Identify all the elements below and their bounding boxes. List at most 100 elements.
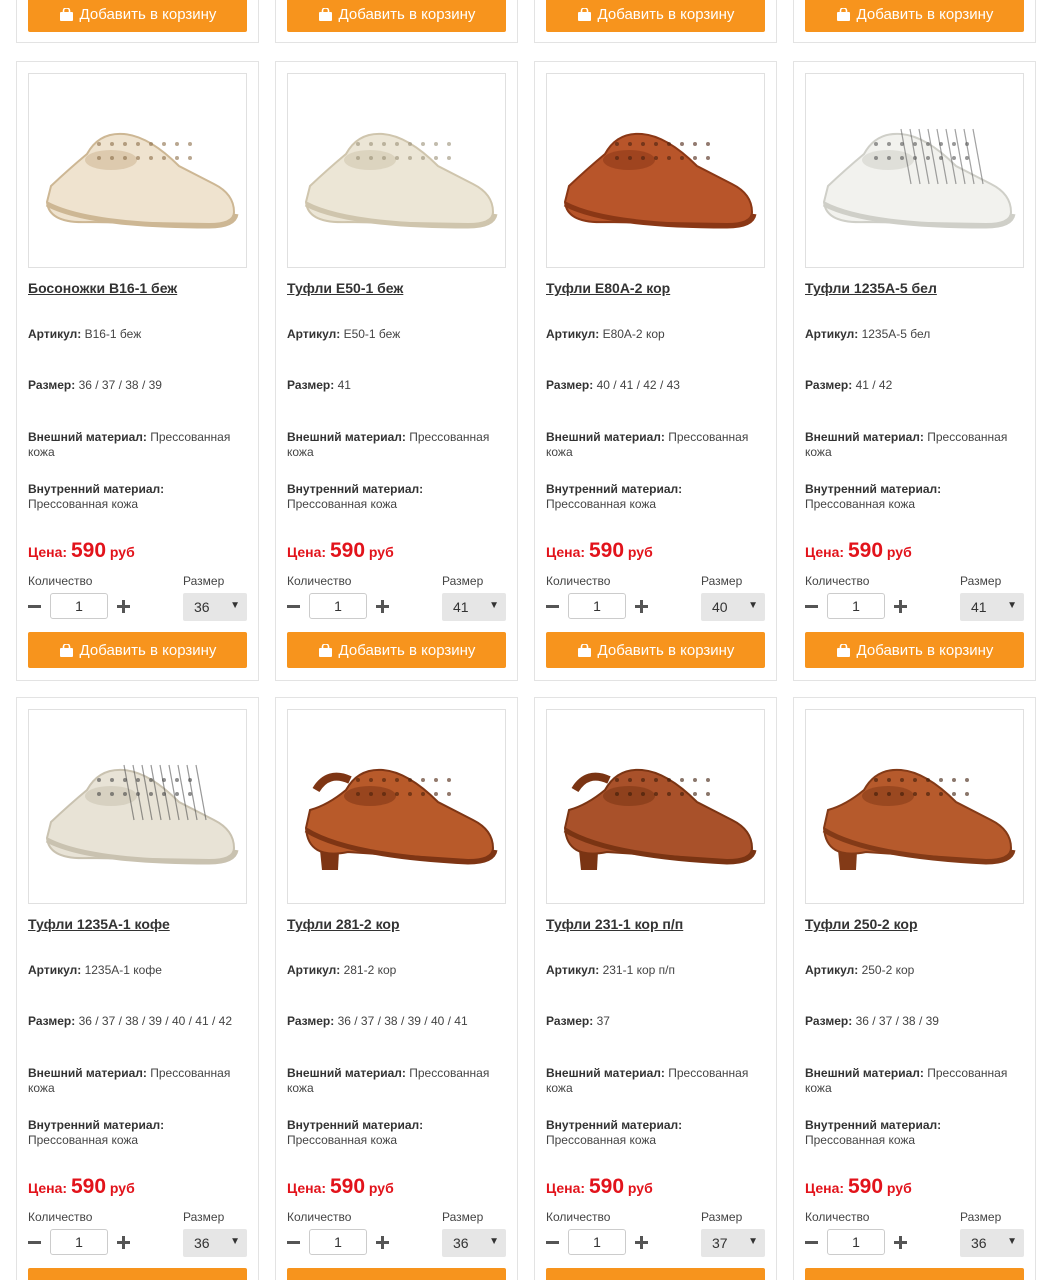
article-attr: Артикул: 250-2 кор (805, 963, 1027, 978)
product-title-link[interactable]: Туфли 1235A-1 кофе (28, 916, 170, 932)
size-select[interactable]: 41 ▼ (960, 593, 1024, 621)
outer-material-label: Внешний материал: (28, 1066, 147, 1080)
product-image-white-woven-loafer[interactable] (805, 73, 1024, 268)
plus-icon[interactable] (376, 1235, 389, 1249)
size-select[interactable]: 40 ▼ (701, 593, 765, 621)
plus-icon[interactable] (376, 599, 389, 613)
product-image-beige-sandal[interactable] (28, 73, 247, 268)
chevron-down-icon: ▼ (1007, 600, 1017, 611)
size-select-label: Размер (183, 574, 225, 588)
product-image-brown-loafer[interactable] (546, 73, 765, 268)
product-title-link[interactable]: Туфли E50-1 беж (287, 280, 403, 296)
outer-material-label: Внешний материал: (805, 430, 924, 444)
minus-icon[interactable] (28, 600, 41, 613)
price-currency: руб (627, 544, 653, 560)
size-select[interactable]: 37 ▼ (701, 1229, 765, 1257)
outer-material-attr: Внешний материал: Прессованная кожа (28, 430, 250, 460)
add-to-cart-label: Добавить в корзину (856, 5, 994, 23)
size-attr-label: Размер: (546, 378, 594, 392)
product-image-beige-loafer[interactable] (287, 73, 506, 268)
minus-icon[interactable] (546, 600, 559, 613)
add-to-cart-button[interactable]: Добавить в корзину (805, 1268, 1024, 1280)
add-to-cart-button[interactable]: Добавить в корзину (287, 0, 506, 32)
inner-material-label: Внутренний материал: (287, 1118, 424, 1132)
size-select[interactable]: 36 ▼ (183, 593, 247, 621)
add-to-cart-button[interactable]: Добавить в корзину (546, 0, 765, 32)
add-to-cart-button[interactable]: Добавить в корзину (546, 1268, 765, 1280)
plus-icon[interactable] (635, 599, 648, 613)
size-select[interactable]: 36 ▼ (960, 1229, 1024, 1257)
product-card: Туфли E50-1 беж Артикул: E50-1 беж Разме… (275, 61, 518, 681)
add-to-cart-button[interactable]: Добавить в корзину (287, 1268, 506, 1280)
price-label: Цена: (28, 544, 68, 560)
outer-material-attr: Внешний материал: Прессованная кожа (546, 430, 768, 460)
product-title-link[interactable]: Туфли E80A-2 кор (546, 280, 670, 296)
article-attr: Артикул: B16-1 беж (28, 327, 250, 342)
price: Цена: 590 руб (28, 1175, 135, 1199)
product-image-brown-slingback-shoe[interactable] (546, 709, 765, 904)
minus-icon[interactable] (287, 600, 300, 613)
price: Цена: 590 руб (287, 1175, 394, 1199)
product-image-brown-slingback-sandal[interactable] (287, 709, 506, 904)
size-select-value: 41 (971, 599, 987, 615)
add-to-cart-button[interactable]: Добавить в корзину (28, 1268, 247, 1280)
product-title-link[interactable]: Босоножки B16-1 беж (28, 280, 177, 296)
plus-icon[interactable] (894, 599, 907, 613)
product-title-link[interactable]: Туфли 231-1 кор п/п (546, 916, 683, 932)
minus-icon[interactable] (805, 1236, 818, 1249)
size-attr-label: Размер: (287, 378, 335, 392)
price-currency: руб (886, 544, 912, 560)
outer-material-attr: Внешний материал: Прессованная кожа (546, 1066, 768, 1096)
size-attr-value: 36 / 37 / 38 / 39 (78, 378, 162, 392)
price-label: Цена: (546, 1180, 586, 1196)
inner-material-value: Прессованная кожа (28, 1133, 139, 1147)
product-image-brown-heel-shoe[interactable] (805, 709, 1024, 904)
inner-material-label: Внутренний материал: (546, 1118, 683, 1132)
plus-icon[interactable] (117, 599, 130, 613)
price: Цена: 590 руб (805, 539, 912, 563)
size-select-value: 37 (712, 1235, 728, 1251)
size-select[interactable]: 41 ▼ (442, 593, 506, 621)
product-card: Туфли 231-1 кор п/п Артикул: 231-1 кор п… (534, 697, 777, 1280)
plus-icon[interactable] (117, 1235, 130, 1249)
minus-icon[interactable] (287, 1236, 300, 1249)
size-select[interactable]: 36 ▼ (442, 1229, 506, 1257)
quantity-input[interactable] (568, 1229, 626, 1255)
price: Цена: 590 руб (546, 539, 653, 563)
add-to-cart-button[interactable]: Добавить в корзину (28, 0, 247, 32)
product-image-cream-woven-loafer[interactable] (28, 709, 247, 904)
add-to-cart-label: Добавить в корзину (79, 641, 217, 659)
quantity-input[interactable] (50, 1229, 108, 1255)
product-title-link[interactable]: Туфли 250-2 кор (805, 916, 918, 932)
add-to-cart-label: Добавить в корзину (597, 641, 735, 659)
add-to-cart-button[interactable]: Добавить в корзину (28, 632, 247, 668)
price-value: 590 (588, 539, 625, 562)
outer-material-label: Внешний материал: (287, 1066, 406, 1080)
add-to-cart-button[interactable]: Добавить в корзину (805, 632, 1024, 668)
shopping-bag-icon (577, 7, 592, 21)
size-attr-value: 37 (596, 1014, 610, 1028)
article-value: 231-1 кор п/п (602, 963, 675, 977)
quantity-input[interactable] (309, 593, 367, 619)
quantity-input[interactable] (827, 593, 885, 619)
product-title-link[interactable]: Туфли 281-2 кор (287, 916, 400, 932)
quantity-input[interactable] (309, 1229, 367, 1255)
plus-icon[interactable] (635, 1235, 648, 1249)
quantity-input[interactable] (50, 593, 108, 619)
shopping-bag-icon (836, 7, 851, 21)
plus-icon[interactable] (894, 1235, 907, 1249)
minus-icon[interactable] (546, 1236, 559, 1249)
product-title-link[interactable]: Туфли 1235A-5 бел (805, 280, 937, 296)
outer-material-attr: Внешний материал: Прессованная кожа (287, 1066, 509, 1096)
size-attr: Размер: 36 / 37 / 38 / 39 (805, 1014, 1027, 1029)
add-to-cart-button[interactable]: Добавить в корзину (546, 632, 765, 668)
add-to-cart-button[interactable]: Добавить в корзину (805, 0, 1024, 32)
minus-icon[interactable] (805, 600, 818, 613)
article-label: Артикул: (287, 963, 341, 977)
size-select[interactable]: 36 ▼ (183, 1229, 247, 1257)
minus-icon[interactable] (28, 1236, 41, 1249)
quantity-input[interactable] (827, 1229, 885, 1255)
size-attr: Размер: 41 / 42 (805, 378, 1027, 393)
quantity-input[interactable] (568, 593, 626, 619)
add-to-cart-button[interactable]: Добавить в корзину (287, 632, 506, 668)
